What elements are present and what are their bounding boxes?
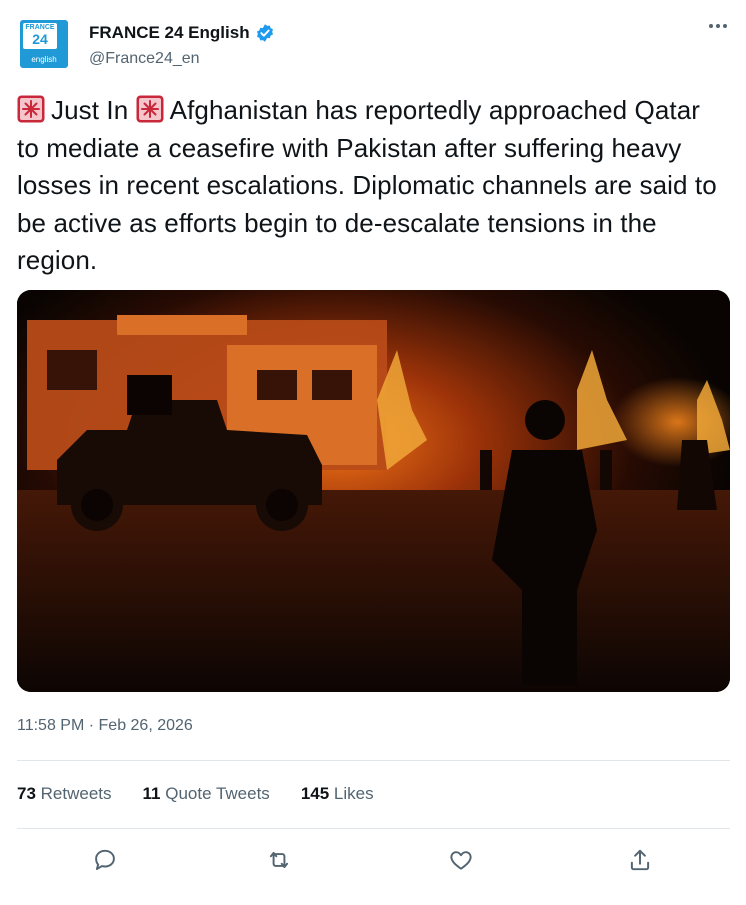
night-fire-scene-image	[17, 290, 730, 692]
avatar-logo-number: 24	[32, 31, 48, 47]
retweets-count: 73	[17, 784, 36, 803]
tweet-actions	[0, 838, 746, 882]
retweets-stat[interactable]: 73 Retweets	[17, 784, 112, 804]
more-icon[interactable]	[705, 14, 731, 38]
tweet-photo[interactable]	[17, 290, 730, 692]
rotating-light-icon	[17, 95, 45, 123]
tweet-timestamp[interactable]: 11:58 PM · Feb 26, 2026	[17, 717, 193, 735]
likes-stat[interactable]: 145 Likes	[301, 784, 374, 804]
rotating-light-icon	[136, 95, 164, 123]
verified-badge-icon	[256, 24, 273, 42]
quote-tweets-count: 11	[142, 784, 161, 803]
avatar-logo: FRANCE 24	[23, 23, 57, 49]
retweet-icon[interactable]	[259, 840, 299, 880]
retweets-label: Retweets	[35, 784, 112, 803]
likes-count: 145	[300, 784, 330, 803]
heart-icon[interactable]	[441, 840, 481, 880]
tweet-tag: Just In	[51, 95, 129, 125]
reply-icon[interactable]	[85, 840, 125, 880]
tweet-stats: 73 Retweets 11 Quote Tweets 145 Likes	[17, 784, 405, 804]
likes-label: Likes	[329, 784, 374, 803]
avatar-logo-subtext: english	[31, 55, 57, 64]
tweet-text: Just In Afghanistan has reportedly appro…	[17, 92, 729, 280]
quote-tweets-label: Quote Tweets	[160, 784, 270, 803]
quote-tweets-stat[interactable]: 11 Quote Tweets	[143, 784, 270, 804]
display-name[interactable]: FRANCE 24 English	[89, 23, 250, 43]
name-row: FRANCE 24 English	[89, 21, 275, 45]
tweet-header: FRANCE 24 english FRANCE 24 English @Fra…	[0, 0, 746, 90]
avatar[interactable]: FRANCE 24 english	[20, 20, 68, 68]
divider	[17, 828, 730, 829]
share-icon[interactable]	[620, 840, 660, 880]
account-handle[interactable]: @France24_en	[89, 50, 200, 68]
divider	[17, 760, 730, 761]
